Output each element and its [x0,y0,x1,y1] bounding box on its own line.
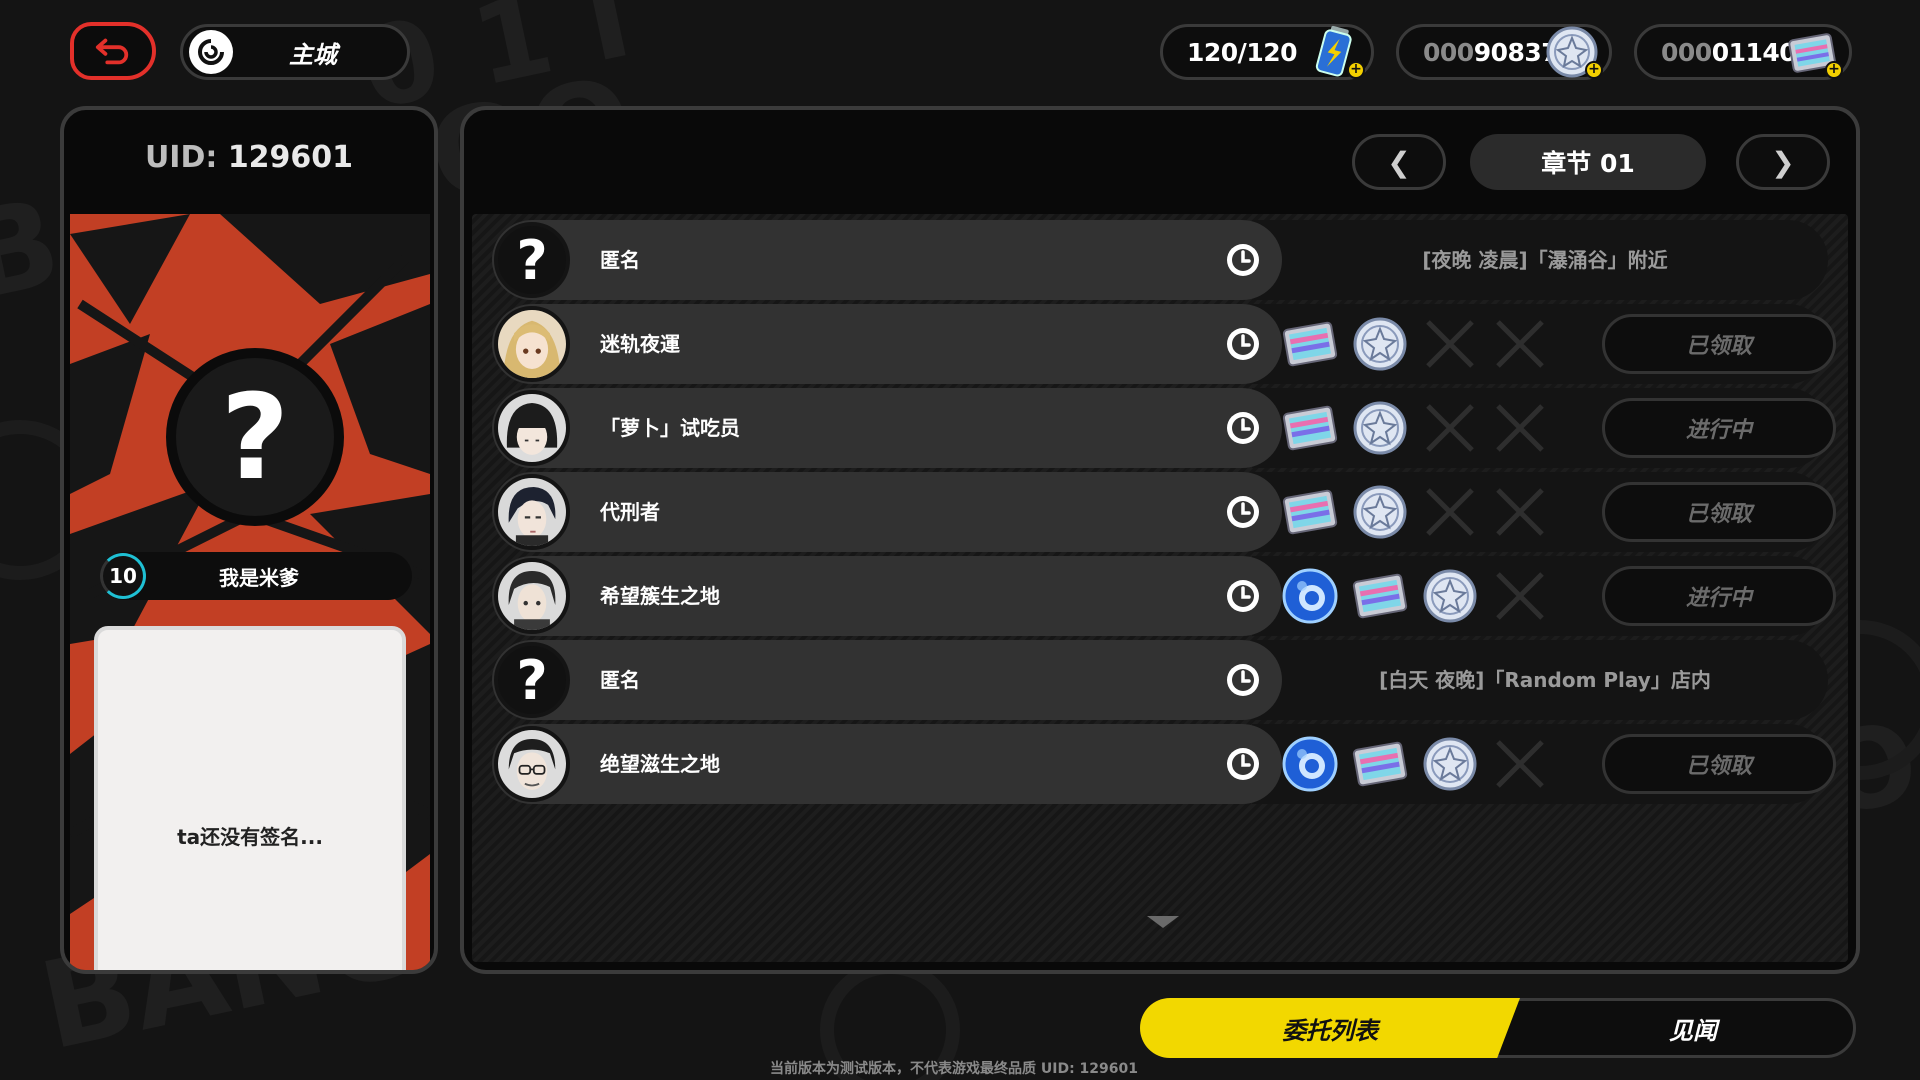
signature-card: ta还没有签名... [94,626,406,970]
main-city-button[interactable]: 主城 [180,24,410,80]
film-icon[interactable] [1280,482,1340,542]
commission-status-button[interactable]: 进行中 [1602,398,1836,458]
commission-row[interactable]: ? 匿名 [夜晚 凌晨]「瀑涌谷」附近 [492,220,1828,300]
orb-icon[interactable] [1280,734,1340,794]
chapter-next-button[interactable]: ❯ [1736,134,1830,190]
coin-icon[interactable] [1350,314,1410,374]
question-mark-icon: ? [516,648,548,712]
commission-name: 匿名 [600,668,640,692]
player-name: 我是米爹 [219,565,299,590]
empty-slot-icon [1420,482,1480,542]
energy-value: 120/120 [1187,37,1298,67]
coin-icon[interactable] [1420,566,1480,626]
dennies-leading-zeros: 000 [1423,37,1474,67]
city-swirl-icon [189,30,233,74]
commission-location: [夜晚 凌晨]「瀑涌谷」附近 [1422,248,1668,272]
film-icon[interactable] [1350,734,1410,794]
commission-row[interactable]: 代刑者 已领取 [492,472,1836,552]
reward-list [1280,482,1550,542]
film-icon[interactable] [1280,314,1340,374]
commission-name: 「萝卜」试吃员 [600,416,740,440]
coin-icon: + [1543,23,1603,81]
film-ticket-icon: + [1783,23,1843,81]
reward-list [1280,734,1550,794]
clock-icon [1224,409,1262,447]
client-avatar [494,558,570,634]
empty-slot-icon [1490,398,1550,458]
commission-row[interactable]: 「萝卜」试吃员 进行中 [492,388,1836,468]
commission-name: 希望簇生之地 [600,584,720,608]
coin-icon[interactable] [1350,398,1410,458]
commission-status-button[interactable]: 已领取 [1602,314,1836,374]
client-avatar [494,474,570,550]
empty-slot-icon [1490,314,1550,374]
clock-icon [1224,325,1262,363]
commission-name: 代刑者 [600,500,660,524]
commission-row[interactable]: ? 匿名 [白天 夜晚]「Random Play」店内 [492,640,1828,720]
battery-icon: + [1305,23,1365,81]
empty-slot-icon [1490,482,1550,542]
coin-icon[interactable] [1420,734,1480,794]
reward-list [1280,314,1550,374]
uid-label: UID: [144,140,218,175]
commission-row[interactable]: 绝望滋生之地 已领取 [492,724,1836,804]
film-leading-zeros: 000 [1661,37,1712,67]
clock-icon [1224,661,1262,699]
clock-icon [1224,745,1262,783]
unknown-avatar-glyph: ? [220,368,290,506]
scroll-down-caret-icon[interactable] [1147,916,1179,928]
profile-card-background: ? 10 我是米爹 ta还没有签名... [70,214,430,970]
clock-icon [1224,493,1262,531]
energy-counter[interactable]: 120/120 + [1160,24,1374,80]
chapter-title: 章节 01 [1470,134,1706,190]
dennies-counter[interactable]: 00090837 + [1396,24,1612,80]
profile-level-row: 10 我是米爹 [100,552,412,600]
unknown-client-avatar: ? [494,222,570,298]
tab-commission-list[interactable]: 委托列表 [1140,998,1520,1058]
commission-location: [白天 夜晚]「Random Play」店内 [1379,668,1711,692]
version-note: 当前版本为测试版本，不代表游戏最终品质 UID: 129601 [770,1061,1138,1077]
tab-news[interactable]: 见闻 [1490,998,1856,1058]
profile-avatar[interactable]: ? [166,348,344,526]
film-icon[interactable] [1350,566,1410,626]
question-mark-icon: ? [516,228,548,292]
commission-status-button[interactable]: 已领取 [1602,734,1836,794]
commission-status-button[interactable]: 进行中 [1602,566,1836,626]
film-icon[interactable] [1280,398,1340,458]
city-label: 主城 [289,40,337,69]
commission-row[interactable]: 希望簇生之地 进行中 [492,556,1836,636]
empty-slot-icon [1490,734,1550,794]
profile-panel: UID: 129601 ? 10 我是米爹 ta还没有签名... [60,106,438,974]
reward-list [1280,566,1550,626]
client-avatar [494,306,570,382]
uid-value: 129601 [227,140,354,175]
orb-icon[interactable] [1280,566,1340,626]
empty-slot-icon [1420,314,1480,374]
bottom-tabs: 见闻 委托列表 [1140,998,1856,1058]
empty-slot-icon [1420,398,1480,458]
back-arrow-icon [95,38,129,65]
film-counter[interactable]: 00001140 + [1634,24,1852,80]
level-badge: 10 [100,553,146,599]
commission-status-button[interactable]: 已领取 [1602,482,1836,542]
empty-slot-icon [1490,566,1550,626]
reward-list [1280,398,1550,458]
back-button[interactable] [70,22,156,80]
chapter-prev-button[interactable]: ❮ [1352,134,1446,190]
commission-name: 绝望滋生之地 [600,752,720,776]
commission-name: 迷轨夜運 [600,332,680,356]
commission-name: 匿名 [600,248,640,272]
client-avatar [494,726,570,802]
chevron-left-icon: ❮ [1387,145,1411,179]
clock-icon [1224,577,1262,615]
chevron-right-icon: ❯ [1771,145,1795,179]
coin-icon[interactable] [1350,482,1410,542]
commission-panel: ❮ 章节 01 ❯ ? 匿名 [夜晚 凌晨]「瀑涌谷」附近 迷轨夜運 已领取 「萝卜」试吃… [460,106,1860,974]
commission-row[interactable]: 迷轨夜運 已领取 [492,304,1836,384]
uid-display: UID: 129601 [64,140,434,175]
unknown-client-avatar: ? [494,642,570,718]
signature-text: ta还没有签名... [177,824,323,849]
client-avatar [494,390,570,466]
clock-icon [1224,241,1262,279]
